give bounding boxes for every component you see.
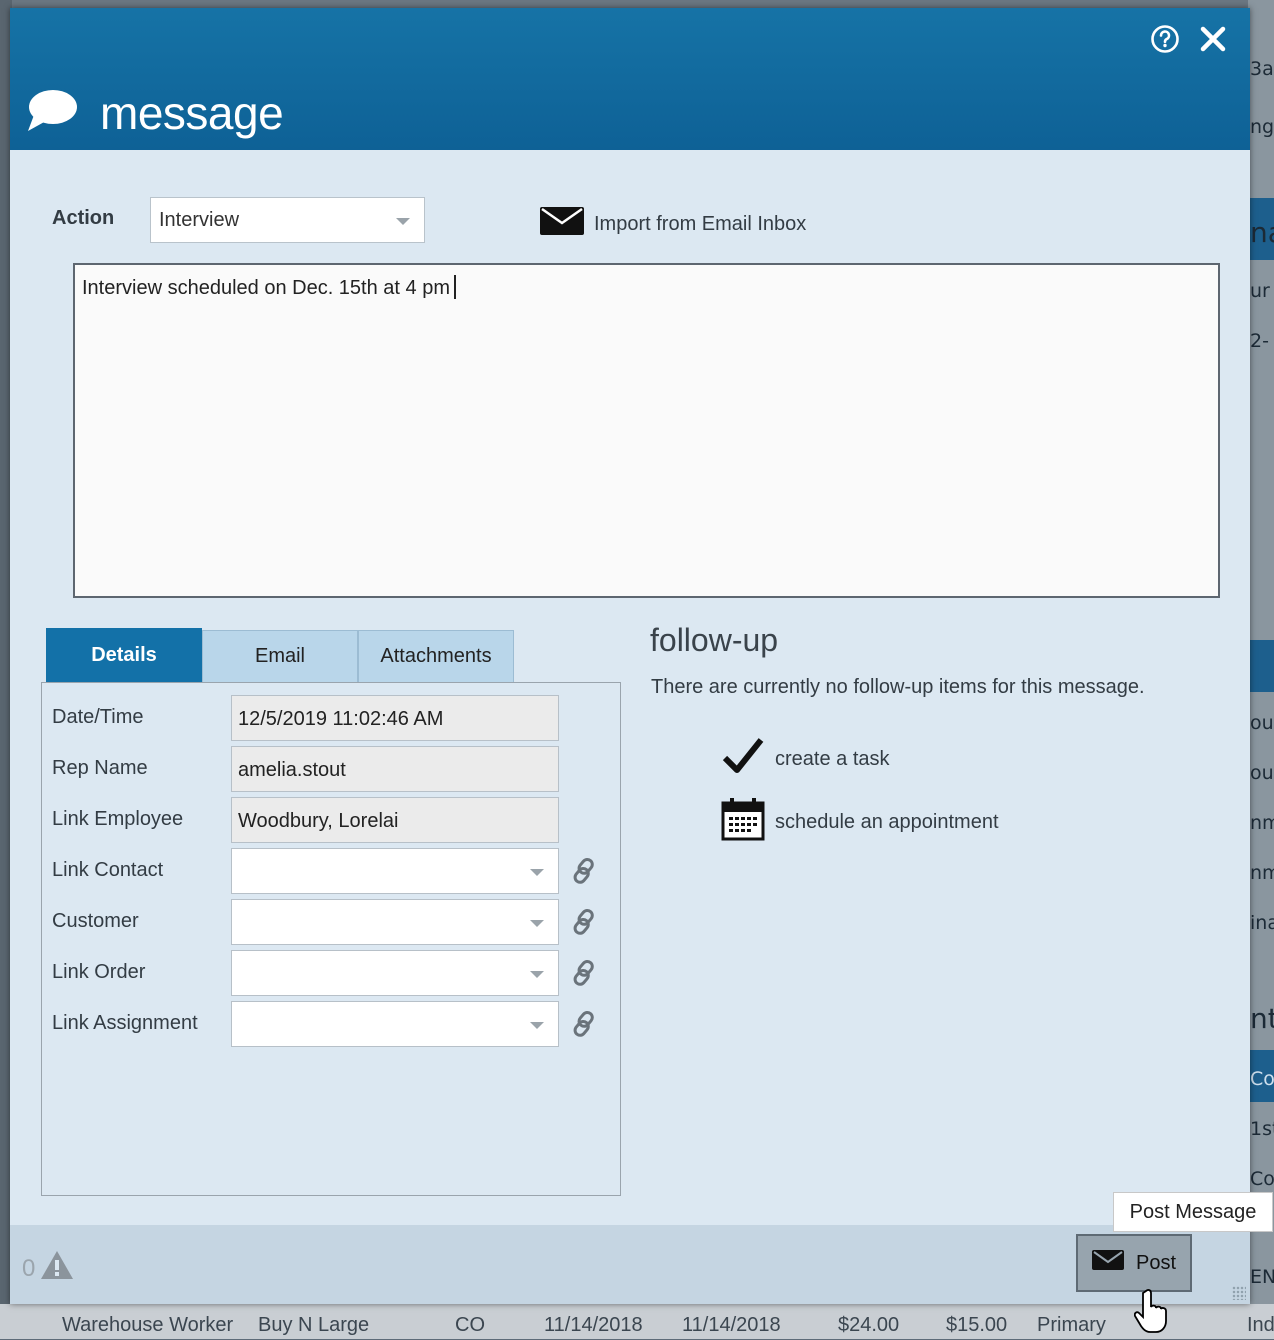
field-label: Link Assignment xyxy=(52,1012,198,1034)
create-task-label: create a task xyxy=(775,747,890,770)
background-cell: $15.00 xyxy=(946,1314,1008,1336)
background-cell: $24.00 xyxy=(838,1314,900,1336)
background-cell: Primary xyxy=(1037,1314,1106,1336)
import-email-link[interactable]: Import from Email Inbox xyxy=(540,207,806,241)
background-text: ina xyxy=(1250,912,1274,934)
field-label: Link Employee xyxy=(52,808,184,830)
background-table-row: Warehouse Worker Buy N Large CO 11/14/20… xyxy=(0,1304,1274,1339)
action-select-value: Interview xyxy=(159,209,240,231)
post-button[interactable]: Post xyxy=(1076,1234,1192,1292)
envelope-icon xyxy=(540,207,584,241)
background-text: ur xyxy=(1250,280,1270,302)
resize-grip-icon[interactable] xyxy=(1232,1286,1246,1300)
dialog-footer: 0 Post xyxy=(10,1225,1250,1304)
dialog-header: message xyxy=(10,8,1250,150)
field-row-link-employee: Link Employee Woodbury, Lorelai xyxy=(42,797,622,843)
link-employee-field: Woodbury, Lorelai xyxy=(231,797,559,843)
chevron-down-icon xyxy=(530,971,544,978)
link-order-select[interactable] xyxy=(231,950,559,996)
background-text: nt xyxy=(1250,1002,1274,1035)
field-label: Link Order xyxy=(52,961,146,983)
field-row-rep-name: Rep Name amelia.stout xyxy=(42,746,622,792)
background-text: 2- xyxy=(1250,330,1269,352)
calendar-icon xyxy=(721,797,765,847)
help-icon[interactable] xyxy=(1148,22,1182,56)
background-text: 3ac xyxy=(1250,58,1274,80)
chain-link-icon[interactable] xyxy=(569,1009,599,1039)
schedule-appointment-label: schedule an appointment xyxy=(775,810,999,833)
action-label: Action xyxy=(52,207,115,229)
message-text: Interview scheduled on Dec. 15th at 4 pm xyxy=(82,277,450,299)
dialog-title: message xyxy=(100,87,284,139)
tab-details[interactable]: Details xyxy=(46,628,202,695)
checkmark-icon xyxy=(721,736,765,782)
field-label: Customer xyxy=(52,910,139,932)
chevron-down-icon xyxy=(530,869,544,876)
background-text: nm xyxy=(1250,812,1274,834)
text-cursor xyxy=(454,275,456,299)
close-icon[interactable] xyxy=(1196,22,1230,56)
field-row-link-contact: Link Contact xyxy=(42,848,622,894)
create-task-link[interactable]: create a task xyxy=(721,736,890,782)
schedule-appointment-link[interactable]: schedule an appointment xyxy=(721,797,999,847)
field-row-link-assignment: Link Assignment xyxy=(42,1001,622,1047)
background-cell: Warehouse Worker xyxy=(62,1314,234,1336)
hand-cursor-icon xyxy=(1133,1288,1170,1340)
tab-email[interactable]: Email xyxy=(202,630,358,683)
background-blue-band xyxy=(1248,640,1274,692)
background-text: nm xyxy=(1250,862,1274,884)
post-button-label: Post xyxy=(1135,1251,1177,1274)
field-row-customer: Customer xyxy=(42,899,622,945)
warning-triangle-icon xyxy=(39,1249,75,1288)
dialog-body: Action Interview Import from Email Inbox… xyxy=(10,150,1250,1225)
field-label: Link Contact xyxy=(52,859,164,881)
followup-text: There are currently no follow-up items f… xyxy=(651,676,1145,698)
customer-select[interactable] xyxy=(231,899,559,945)
chain-link-icon[interactable] xyxy=(569,907,599,937)
background-text: Co xyxy=(1250,1168,1274,1190)
action-select[interactable]: Interview xyxy=(150,197,425,243)
message-textarea[interactable]: Interview scheduled on Dec. 15th at 4 pm xyxy=(73,263,1220,598)
background-cell: 11/14/2018 xyxy=(544,1314,643,1336)
details-tabs: Details Email Attachments xyxy=(46,628,514,695)
background-text: EN xyxy=(1250,1266,1274,1288)
post-message-tooltip: Post Message xyxy=(1113,1192,1273,1232)
background-text: 1st xyxy=(1250,1118,1274,1140)
followup-title: follow-up xyxy=(650,622,779,658)
field-row-date-time: Date/Time 12/5/2019 11:02:46 AM xyxy=(42,695,622,741)
background-text: ng xyxy=(1250,116,1274,138)
background-text: ou xyxy=(1250,762,1274,784)
link-contact-select[interactable] xyxy=(231,848,559,894)
background-text: Co xyxy=(1250,1068,1274,1090)
chain-link-icon[interactable] xyxy=(569,958,599,988)
dialog-title-wrap: message xyxy=(26,86,284,140)
message-dialog: message Action Interview Import from Ema… xyxy=(10,8,1250,1304)
background-cell: Buy N Large xyxy=(258,1314,370,1336)
field-label: Rep Name xyxy=(52,757,148,779)
chevron-down-icon xyxy=(530,1022,544,1029)
chevron-down-icon xyxy=(530,920,544,927)
warning-indicator[interactable]: 0 xyxy=(22,1249,75,1288)
date-time-field: 12/5/2019 11:02:46 AM xyxy=(231,695,559,741)
background-cell: CO xyxy=(455,1314,485,1336)
chevron-down-icon xyxy=(396,218,410,225)
tab-attachments[interactable]: Attachments xyxy=(358,630,514,683)
background-text: na xyxy=(1250,216,1274,249)
header-controls xyxy=(1148,22,1230,56)
background-right-strip: 3ac ng na ur 2- ou ou nm nm ina nt Co 1s… xyxy=(1248,0,1274,1339)
field-row-link-order: Link Order xyxy=(42,950,622,996)
chain-link-icon[interactable] xyxy=(569,856,599,886)
background-cell: Ind xyxy=(1247,1314,1274,1336)
background-cell: 11/14/2018 xyxy=(682,1314,781,1336)
envelope-icon xyxy=(1091,1250,1124,1276)
details-panel: Date/Time 12/5/2019 11:02:46 AM Rep Name… xyxy=(41,682,621,1196)
import-email-label: Import from Email Inbox xyxy=(594,212,807,235)
warning-count: 0 xyxy=(22,1254,36,1282)
background-text: ou xyxy=(1250,712,1274,734)
speech-bubble-icon xyxy=(26,89,78,137)
link-assignment-select[interactable] xyxy=(231,1001,559,1047)
rep-name-field: amelia.stout xyxy=(231,746,559,792)
field-label: Date/Time xyxy=(52,706,144,728)
